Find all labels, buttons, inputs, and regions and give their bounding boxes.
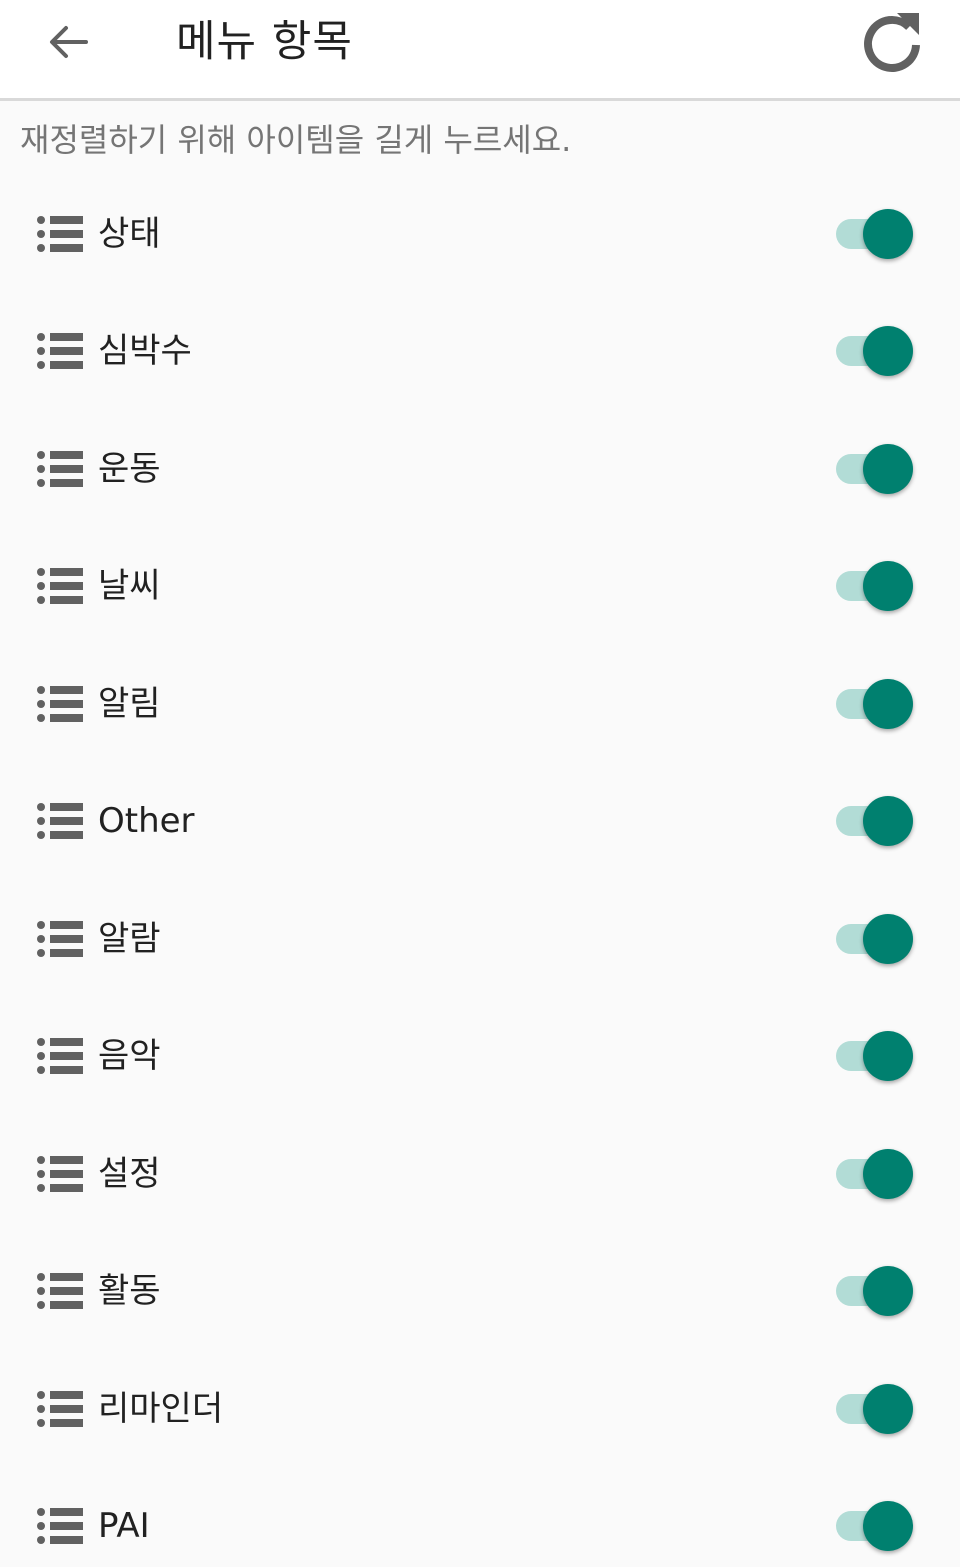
- menu-item-toggle[interactable]: [834, 678, 914, 730]
- menu-item-label: Other: [98, 801, 195, 842]
- menu-item-row[interactable]: 운동: [0, 410, 960, 528]
- menu-item-toggle[interactable]: [834, 1265, 914, 1317]
- drag-handle-icon[interactable]: [37, 682, 85, 726]
- refresh-icon: [864, 13, 920, 72]
- menu-item-label: 알람: [98, 918, 161, 959]
- toggle-thumb: [863, 1501, 913, 1552]
- toggle-thumb: [863, 913, 913, 964]
- menu-item-label: 설정: [98, 1153, 161, 1194]
- menu-item-label: 알림: [98, 683, 161, 724]
- drag-handle-icon[interactable]: [37, 1387, 85, 1431]
- menu-item-toggle[interactable]: [834, 1030, 914, 1082]
- menu-item-row[interactable]: 설정: [0, 1115, 960, 1233]
- reset-button[interactable]: [850, 0, 934, 84]
- drag-handle-icon[interactable]: [37, 1152, 85, 1196]
- menu-item-toggle[interactable]: [834, 1500, 914, 1552]
- menu-item-row[interactable]: PAI: [0, 1468, 960, 1567]
- toggle-thumb: [863, 326, 913, 377]
- drag-handle-icon[interactable]: [37, 564, 85, 608]
- toggle-thumb: [863, 208, 913, 259]
- menu-item-row[interactable]: 리마인더: [0, 1350, 960, 1468]
- drag-handle-icon[interactable]: [37, 917, 85, 961]
- toggle-thumb: [863, 443, 913, 494]
- drag-handle-icon[interactable]: [37, 447, 85, 491]
- menu-item-label: PAI: [98, 1506, 150, 1547]
- toggle-thumb: [863, 1148, 913, 1199]
- menu-item-toggle[interactable]: [834, 560, 914, 612]
- menu-item-toggle[interactable]: [834, 443, 914, 495]
- drag-handle-icon[interactable]: [37, 1269, 85, 1313]
- menu-item-toggle[interactable]: [834, 208, 914, 260]
- reorder-hint: 재정렬하기 위해 아이템을 길게 누르세요.: [20, 121, 572, 159]
- menu-item-row[interactable]: Other: [0, 763, 960, 881]
- menu-item-label: 날씨: [98, 566, 161, 607]
- menu-item-label: 음악: [98, 1036, 161, 1077]
- menu-item-toggle[interactable]: [834, 913, 914, 965]
- menu-item-row[interactable]: 상태: [0, 175, 960, 293]
- menu-item-row[interactable]: 활동: [0, 1233, 960, 1351]
- page-title: 메뉴 항목: [176, 17, 353, 67]
- menu-item-row[interactable]: 알람: [0, 880, 960, 998]
- menu-item-toggle[interactable]: [834, 795, 914, 847]
- drag-handle-icon[interactable]: [37, 329, 85, 373]
- drag-handle-icon[interactable]: [37, 1034, 85, 1078]
- drag-handle-icon[interactable]: [37, 1504, 85, 1548]
- toggle-thumb: [863, 678, 913, 729]
- toolbar: 메뉴 항목: [0, 0, 960, 101]
- menu-item-label: 상태: [98, 213, 161, 254]
- menu-item-toggle[interactable]: [834, 325, 914, 377]
- menu-item-toggle[interactable]: [834, 1148, 914, 1200]
- menu-item-row[interactable]: 심박수: [0, 293, 960, 411]
- toggle-thumb: [863, 1383, 913, 1434]
- drag-handle-icon[interactable]: [37, 799, 85, 843]
- back-button[interactable]: [38, 12, 98, 72]
- menu-item-label: 운동: [98, 448, 161, 489]
- menu-item-row[interactable]: 알림: [0, 645, 960, 763]
- toggle-thumb: [863, 561, 913, 612]
- toggle-thumb: [863, 796, 913, 847]
- menu-item-row[interactable]: 날씨: [0, 528, 960, 646]
- menu-item-label: 활동: [98, 1271, 161, 1312]
- app-screen: 메뉴 항목 재정렬하기 위해 아이템을 길게 누르세요. 상태심박수운동날씨알림…: [0, 0, 960, 1567]
- arrow-left-icon: [50, 26, 88, 58]
- menu-item-row[interactable]: 음악: [0, 998, 960, 1116]
- menu-item-label: 리마인더: [98, 1388, 224, 1429]
- drag-handle-icon[interactable]: [37, 212, 85, 256]
- menu-item-label: 심박수: [98, 331, 192, 372]
- menu-item-list: 상태심박수운동날씨알림 Other 알람음악설정활동리마인더 PAI: [0, 175, 960, 1567]
- toggle-thumb: [863, 1266, 913, 1317]
- toggle-thumb: [863, 1031, 913, 1082]
- menu-item-toggle[interactable]: [834, 1383, 914, 1435]
